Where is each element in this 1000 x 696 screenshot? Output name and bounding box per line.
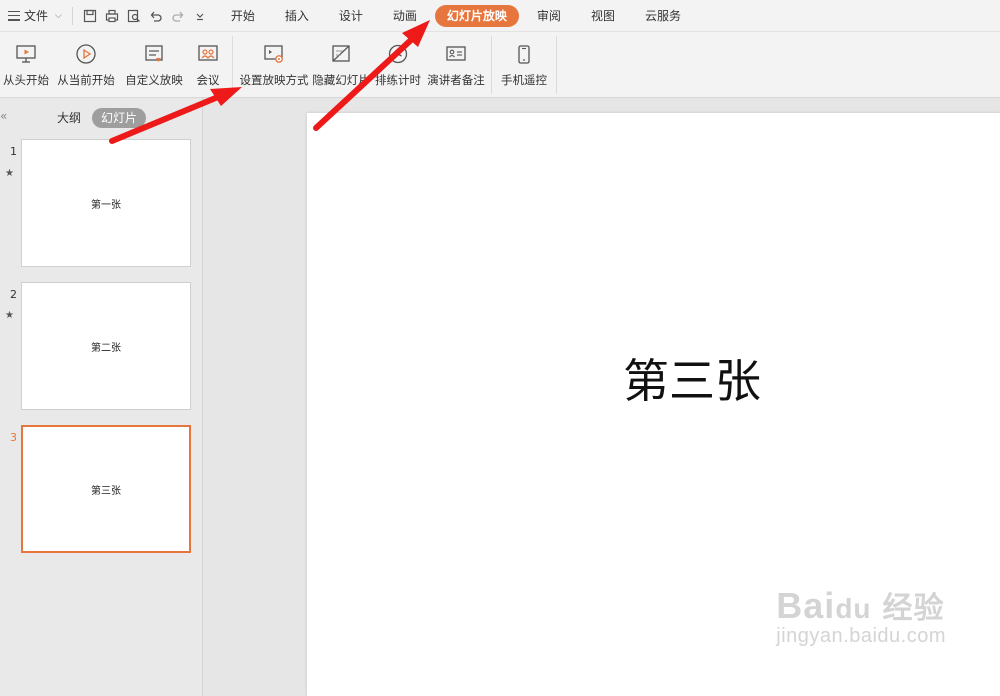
tab-outline[interactable]: 大纲: [48, 108, 90, 128]
print-preview-icon[interactable]: [123, 5, 145, 27]
custom-show-button[interactable]: 自定义放映: [120, 32, 188, 98]
slide-number: 1: [10, 145, 17, 158]
tab-review[interactable]: 审阅: [525, 5, 573, 27]
from-beginning-button[interactable]: 从头开始: [0, 32, 52, 98]
chevron-down-icon: ⌵: [55, 10, 62, 21]
ribbon-tabs: 开始 插入 设计 动画 幻灯片放映 审阅 视图 云服务: [219, 4, 699, 27]
divider: [71, 6, 73, 25]
divider: [556, 36, 557, 94]
animation-star-icon: ★: [5, 168, 14, 179]
rehearse-timing-button[interactable]: 排练计时: [371, 32, 425, 98]
from-current-button[interactable]: 从当前开始: [52, 32, 120, 98]
speaker-notes-label: 演讲者备注: [427, 73, 485, 87]
hide-slide-label: 隐藏幻灯片: [312, 73, 370, 87]
thumbnail-title: 第一张: [91, 199, 121, 211]
play-circle-icon: [73, 42, 99, 66]
collapse-panel-icon[interactable]: «: [0, 109, 7, 123]
divider: [491, 36, 492, 94]
save-icon[interactable]: [79, 5, 101, 27]
meeting-label: 会议: [196, 73, 220, 87]
slide-canvas[interactable]: 第三张 Baidu 经验 jingyan.baidu.com: [307, 113, 1000, 696]
tab-home[interactable]: 开始: [219, 5, 267, 27]
panel-header: « 大纲 幻灯片: [0, 108, 203, 128]
tab-slideshow[interactable]: 幻灯片放映: [434, 4, 519, 27]
phone-remote-icon: [511, 42, 537, 66]
monitor-play-icon: [13, 42, 39, 66]
tab-view[interactable]: 视图: [579, 5, 627, 27]
slide-thumbnail-3[interactable]: 第三张: [21, 425, 191, 553]
show-settings-icon: [261, 42, 287, 66]
hide-slide-button[interactable]: 隐藏幻灯片: [311, 32, 371, 98]
from-beginning-label: 从头开始: [3, 73, 49, 87]
hide-slide-icon: [328, 42, 354, 66]
slide-number: 2: [10, 288, 17, 301]
tab-cloud-service[interactable]: 云服务: [633, 5, 693, 27]
undo-icon[interactable]: [145, 5, 167, 27]
file-menu-label: 文件: [24, 9, 49, 23]
divider: [232, 36, 233, 94]
meeting-button[interactable]: 会议: [188, 32, 228, 98]
redo-icon[interactable]: [167, 5, 189, 27]
tab-animation[interactable]: 动画: [381, 5, 429, 27]
menu-bar: 文件 ⌵ 开始 插入 设计 动画 幻灯片放映 审阅 视图 云服务: [0, 0, 1000, 32]
meeting-icon: [195, 42, 221, 66]
slide-thumbnail-1[interactable]: 第一张: [21, 139, 191, 267]
file-menu[interactable]: 文件 ⌵: [0, 0, 70, 32]
tab-insert[interactable]: 插入: [273, 5, 321, 27]
speaker-notes-icon: [443, 42, 469, 66]
slide-number: 3: [10, 431, 17, 444]
setup-show-label: 设置放映方式: [239, 73, 309, 87]
phone-remote-button[interactable]: 手机遥控: [496, 32, 552, 98]
customize-toolbar-icon[interactable]: [189, 5, 211, 27]
animation-star-icon: ★: [5, 310, 14, 321]
setup-show-button[interactable]: 设置放映方式: [237, 32, 311, 98]
slide-workspace: 第三张 Baidu 经验 jingyan.baidu.com: [204, 98, 1000, 696]
slide-thumbnail-2[interactable]: 第二张: [21, 282, 191, 410]
tab-slides[interactable]: 幻灯片: [92, 108, 147, 128]
phone-remote-label: 手机遥控: [501, 73, 547, 87]
tab-design[interactable]: 设计: [327, 5, 375, 27]
slides-panel: « 大纲 幻灯片 1 ★ 第一张 2 ★ 第二张 3 第三张: [0, 98, 203, 696]
baidu-jingyan-watermark: Baidu 经验 jingyan.baidu.com: [776, 585, 946, 647]
print-icon[interactable]: [101, 5, 123, 27]
from-current-label: 从当前开始: [57, 73, 115, 87]
custom-show-label: 自定义放映: [125, 73, 183, 87]
ribbon: 从头开始 从当前开始 自定义放映 会议 设置放映方式 隐藏幻灯片 排练计时 演讲…: [0, 32, 1000, 98]
thumbnail-title: 第三张: [91, 485, 121, 497]
clock-icon: [385, 42, 411, 66]
speaker-notes-button[interactable]: 演讲者备注: [425, 32, 487, 98]
slide-title[interactable]: 第三张: [307, 345, 1000, 411]
hamburger-icon: [8, 10, 20, 21]
rehearse-timing-label: 排练计时: [375, 73, 421, 87]
thumbnail-title: 第二张: [91, 342, 121, 354]
custom-show-icon: [141, 42, 167, 66]
